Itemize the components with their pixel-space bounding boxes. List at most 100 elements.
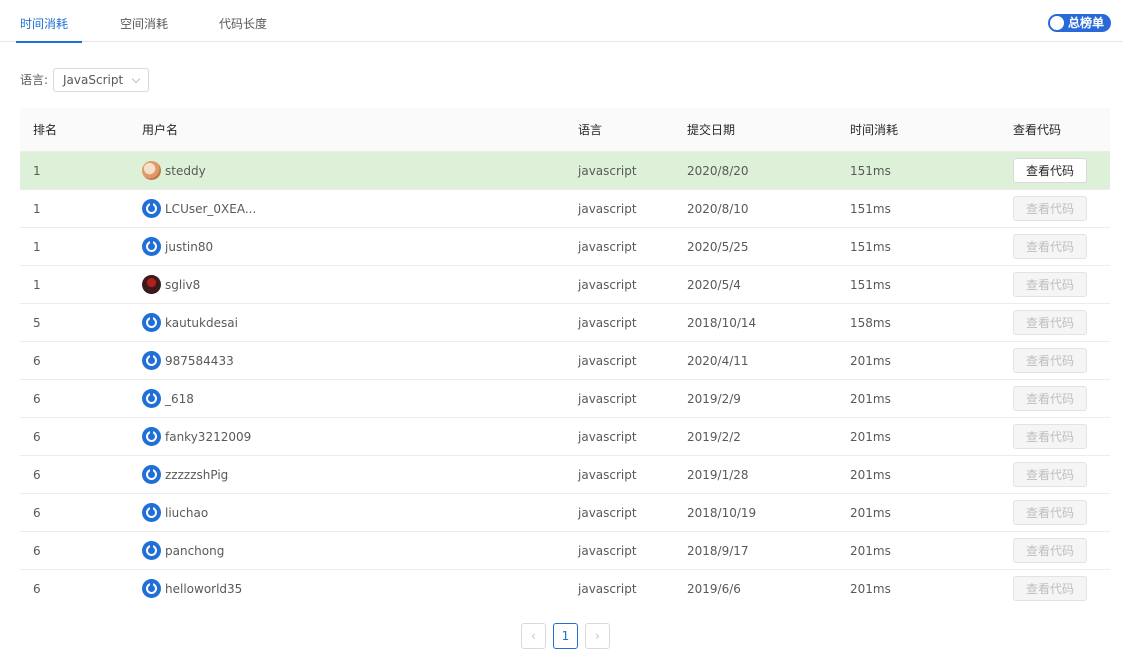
view-code-cell: 查看代码 [1013,418,1087,455]
avatar [142,465,161,484]
time-cell: 158ms [850,315,891,330]
username[interactable]: sgliv8 [165,278,200,292]
username[interactable]: kautukdesai [165,316,238,330]
user-cell[interactable]: zzzzzshPig [142,456,228,493]
user-cell[interactable]: helloworld35 [142,570,242,607]
time-cell: 201ms [850,505,891,520]
username[interactable]: fanky3212009 [165,430,251,444]
user-cell[interactable]: steddy [142,152,206,189]
table-row: 1 steddy javascript 2020/8/20 151ms 查看代码 [20,151,1110,189]
language-cell: javascript [578,505,637,520]
table-header: 排名 用户名 语言 提交日期 时间消耗 查看代码 [20,108,1110,151]
overall-ranking-toggle[interactable]: 总榜单 [1048,14,1111,32]
avatar [142,161,161,180]
view-code-button[interactable]: 查看代码 [1013,538,1087,563]
date-cell: 2019/6/6 [687,581,741,596]
avatar [142,199,161,218]
user-cell[interactable]: _618 [142,380,194,417]
header-time: 时间消耗 [850,123,899,137]
user-cell[interactable]: LCUser_0XEA... [142,190,256,227]
time-cell: 151ms [850,201,891,216]
header-rank: 排名 [33,123,58,137]
view-code-cell: 查看代码 [1013,304,1087,341]
user-cell[interactable]: panchong [142,532,224,569]
tab-time[interactable]: 时间消耗 [8,0,83,43]
view-code-cell: 查看代码 [1013,570,1087,607]
rank-cell: 6 [33,353,41,368]
username[interactable]: LCUser_0XEA... [165,202,256,216]
rank-cell: 6 [33,391,41,406]
language-cell: javascript [578,353,637,368]
table-row: 6 987584433 javascript 2020/4/11 201ms 查看代码 [20,341,1110,379]
table-row: 6 liuchao javascript 2018/10/19 201ms 查看代码 [20,493,1110,531]
ranking-table: 排名 用户名 语言 提交日期 时间消耗 查看代码 1 steddy javascri… [20,108,1110,607]
view-code-button[interactable]: 查看代码 [1013,348,1087,373]
avatar [142,579,161,598]
tab-code-length[interactable]: 代码长度 [207,0,279,42]
rank-cell: 6 [33,467,41,482]
date-cell: 2020/5/25 [687,239,749,254]
time-cell: 151ms [850,239,891,254]
page-1-button[interactable]: 1 [553,623,578,649]
view-code-cell: 查看代码 [1013,190,1087,227]
language-select[interactable]: JavaScript [53,68,149,92]
rank-cell: 5 [33,315,41,330]
time-cell: 201ms [850,429,891,444]
user-cell[interactable]: 987584433 [142,342,234,379]
view-code-cell: 查看代码 [1013,152,1087,189]
view-code-cell: 查看代码 [1013,228,1087,265]
view-code-button[interactable]: 查看代码 [1013,500,1087,525]
header-view-code: 查看代码 [1013,123,1062,137]
username[interactable]: 987584433 [165,354,234,368]
username[interactable]: panchong [165,544,224,558]
rank-cell: 1 [33,201,41,216]
view-code-cell: 查看代码 [1013,456,1087,493]
language-cell: javascript [578,391,637,406]
language-cell: javascript [578,467,637,482]
user-cell[interactable]: justin80 [142,228,213,265]
date-cell: 2020/5/4 [687,277,741,292]
user-cell[interactable]: kautukdesai [142,304,238,341]
table-row: 5 kautukdesai javascript 2018/10/14 158ms 查看代… [20,303,1110,341]
rank-cell: 1 [33,163,41,178]
rank-cell: 1 [33,277,41,292]
time-cell: 151ms [850,163,891,178]
username[interactable]: _618 [165,392,194,406]
language-cell: javascript [578,239,637,254]
header-date: 提交日期 [687,123,736,137]
view-code-button[interactable]: 查看代码 [1013,462,1087,487]
date-cell: 2020/4/11 [687,353,749,368]
header-language: 语言 [578,123,603,137]
rank-cell: 1 [33,239,41,254]
time-cell: 151ms [850,277,891,292]
date-cell: 2018/10/19 [687,505,757,520]
user-cell[interactable]: liuchao [142,494,208,531]
username[interactable]: helloworld35 [165,582,242,596]
language-cell: javascript [578,315,637,330]
user-cell[interactable]: sgliv8 [142,266,200,303]
username[interactable]: zzzzzshPig [165,468,228,482]
time-cell: 201ms [850,353,891,368]
prev-page-button[interactable]: ‹ [521,623,546,649]
table-row: 1 sgliv8 javascript 2020/5/4 151ms 查看代码 [20,265,1110,303]
avatar [142,237,161,256]
view-code-button[interactable]: 查看代码 [1013,158,1087,183]
view-code-button[interactable]: 查看代码 [1013,272,1087,297]
tab-bar: 时间消耗 空间消耗 代码长度 [0,0,1123,43]
user-cell[interactable]: fanky3212009 [142,418,251,455]
username[interactable]: justin80 [165,240,213,254]
toggle-knob [1050,16,1064,30]
view-code-button[interactable]: 查看代码 [1013,234,1087,259]
next-page-button[interactable]: › [585,623,610,649]
view-code-button[interactable]: 查看代码 [1013,196,1087,221]
view-code-button[interactable]: 查看代码 [1013,386,1087,411]
table-body: 1 steddy javascript 2020/8/20 151ms 查看代码 1 LCUs… [20,151,1110,607]
tab-space[interactable]: 空间消耗 [108,0,180,42]
view-code-button[interactable]: 查看代码 [1013,424,1087,449]
view-code-button[interactable]: 查看代码 [1013,310,1087,335]
rank-cell: 6 [33,505,41,520]
view-code-button[interactable]: 查看代码 [1013,576,1087,601]
username[interactable]: steddy [165,164,206,178]
time-cell: 201ms [850,581,891,596]
username[interactable]: liuchao [165,506,208,520]
